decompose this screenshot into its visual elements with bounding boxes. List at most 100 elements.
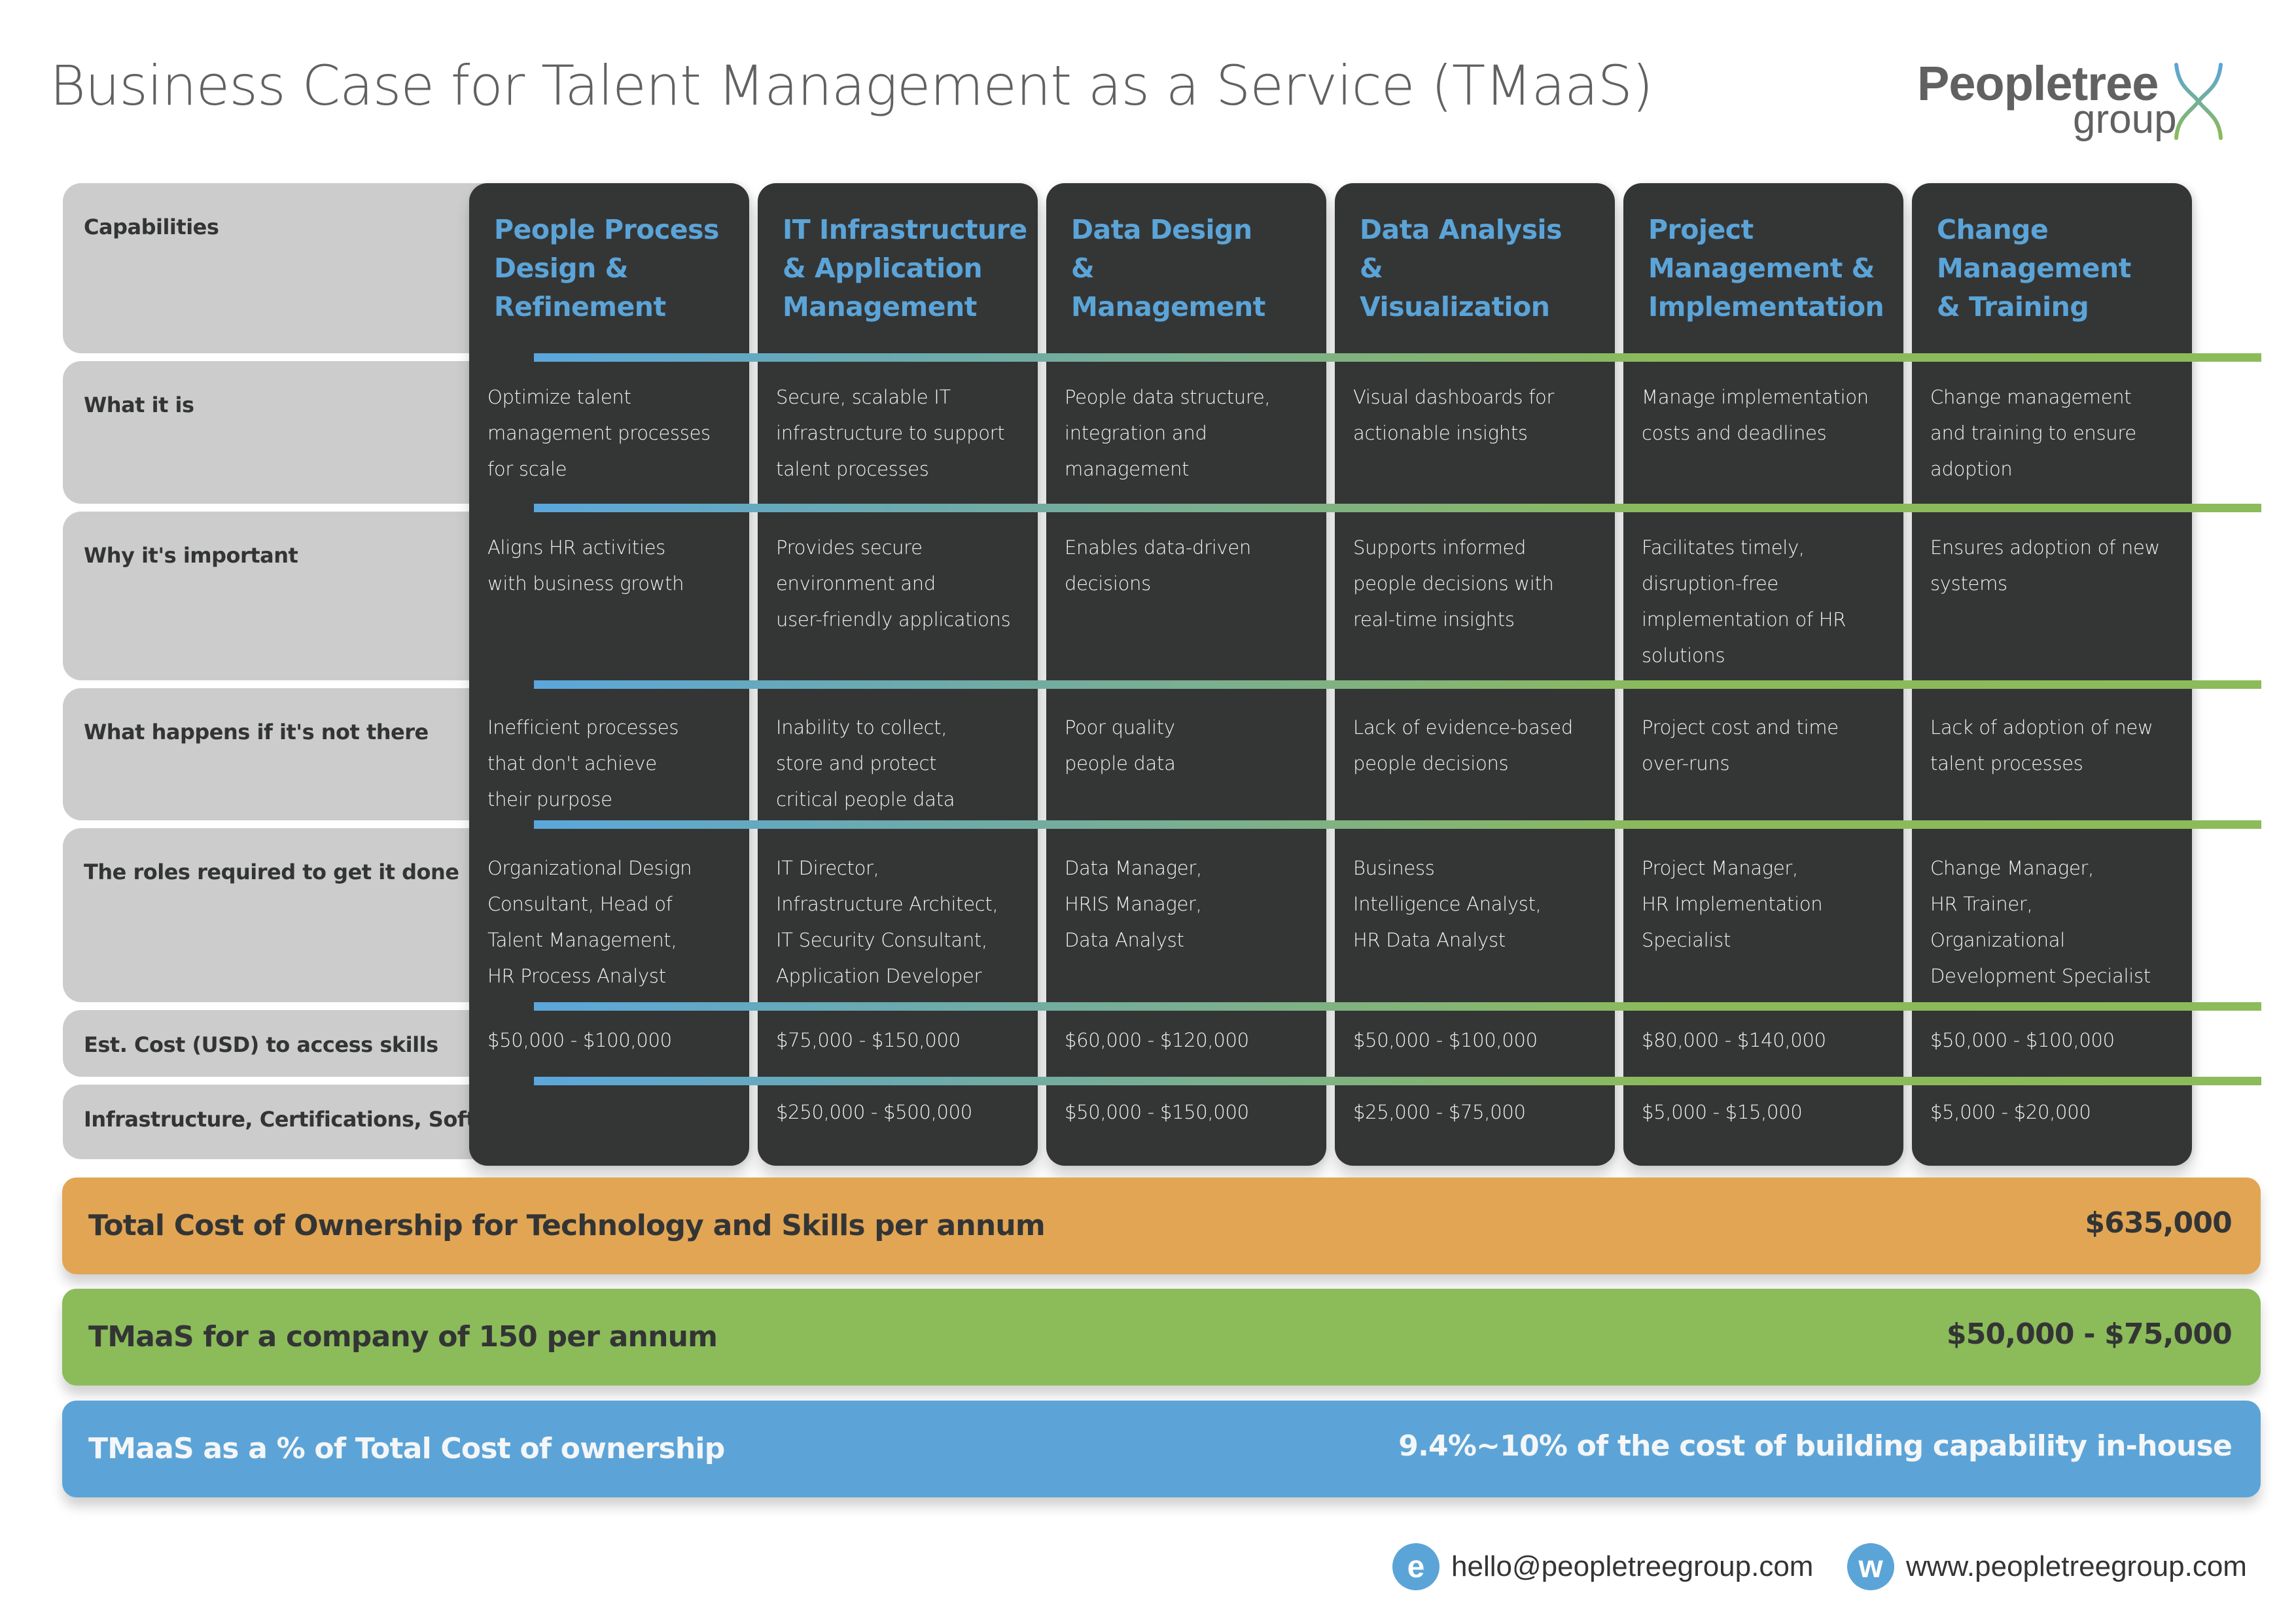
cell-line: over-runs: [1642, 752, 1730, 775]
cell-why: Provides secure environment and user-frien…: [776, 530, 1026, 638]
cell-line: Lack of adoption of new: [1930, 716, 2153, 739]
cell-line: real-time insights: [1353, 608, 1515, 631]
cell-roles: Project Manager, HR Implementation Special…: [1642, 850, 1892, 958]
cell-why: Aligns HR activities with business growth: [487, 530, 737, 602]
email-link[interactable]: hello@peopletreegroup.com: [1451, 1550, 1813, 1583]
capability-title-line: Change: [1937, 214, 2049, 245]
cell-line: Visual dashboards for: [1353, 386, 1555, 408]
cell-line: HR Process Analyst: [487, 965, 666, 987]
cell-line: Manage implementation: [1642, 386, 1869, 408]
cell-line: store and protect: [776, 752, 937, 775]
tco-label: Total Cost of Ownership for Technology a…: [88, 1209, 1046, 1242]
cell-line: and training to ensure: [1930, 422, 2136, 444]
capability-title-line: Visualization: [1360, 291, 1550, 323]
cell-line: talent processes: [776, 458, 929, 480]
website-link[interactable]: www.peopletreegroup.com: [1906, 1550, 2247, 1583]
capability-title-line: Refinement: [494, 291, 666, 323]
cell-roles: Business Intelligence Analyst, HR Data Ana…: [1353, 850, 1603, 958]
cell-line: Infrastructure Architect,: [776, 893, 998, 915]
cell-what: Optimize talent management processes for s…: [487, 379, 737, 487]
cell-line: user-friendly applications: [776, 608, 1011, 631]
cell-line: HR Trainer,: [1930, 893, 2033, 915]
cell-line: Data Manager,: [1065, 857, 1202, 879]
cell-line: talent processes: [1930, 752, 2083, 775]
capability-title-line: &: [1071, 253, 1095, 284]
cell-line: environment and: [776, 572, 936, 595]
cell-line: HRIS Manager,: [1065, 893, 1202, 915]
cell-line: HR Implementation: [1642, 893, 1823, 915]
tmaas-percent-bar: TMaaS as a % of Total Cost of ownership …: [62, 1401, 2261, 1497]
cell-missing: Lack of adoption of new talent processes: [1930, 710, 2180, 782]
capability-column: Data Analysis & Visualization Visual dashbo…: [1335, 183, 1615, 1166]
cell-line: HR Data Analyst: [1353, 929, 1506, 951]
cell-cost: $80,000 - $140,000: [1642, 1029, 1826, 1051]
cell-roles: Organizational Design Consultant, Head of…: [487, 850, 737, 994]
cell-line: People data structure,: [1065, 386, 1271, 408]
cell-infra: $5,000 - $20,000: [1930, 1101, 2091, 1123]
capability-title-line: & Training: [1937, 291, 2089, 323]
cell-line: infrastructure to support: [776, 422, 1005, 444]
cell-line: Supports informed: [1353, 536, 1527, 559]
row-label-roles: The roles required to get it done: [63, 828, 534, 1002]
capability-column: IT Infrastructure & Application Management…: [758, 183, 1038, 1166]
cell-line: management processes: [487, 422, 711, 444]
row-divider: [534, 680, 2261, 689]
capability-title: Data Analysis & Visualization: [1360, 211, 1562, 326]
cell-line: integration and: [1065, 422, 1207, 444]
capability-title-line: Management: [1937, 253, 2131, 284]
peopletree-logo: Peopletree group: [1917, 56, 2257, 147]
cell-line: IT Director,: [776, 857, 879, 879]
capability-title-line: Design &: [494, 253, 628, 284]
row-divider: [534, 820, 2261, 829]
website-contact[interactable]: w www.peopletreegroup.com: [1847, 1541, 2247, 1593]
tmaas-value: $50,000 - $75,000: [1946, 1318, 2233, 1351]
cell-line: Data Analyst: [1065, 929, 1184, 951]
cell-line: adoption: [1930, 458, 2013, 480]
logo-group: group: [2073, 97, 2177, 142]
cell-line: Application Developer: [776, 965, 982, 987]
cell-line: solutions: [1642, 644, 1725, 667]
website-icon: w: [1847, 1543, 1894, 1590]
capability-column: People Process Design & Refinement Optimize…: [469, 183, 749, 1166]
percent-label: TMaaS as a % of Total Cost of ownership: [88, 1432, 725, 1465]
cell-cost: $60,000 - $120,000: [1065, 1029, 1249, 1051]
cell-roles: Data Manager, HRIS Manager, Data Analyst: [1065, 850, 1315, 958]
cell-line: Development Specialist: [1930, 965, 2151, 987]
capability-title-line: Management &: [1648, 253, 1875, 284]
cell-missing: Lack of evidence-based people decisions: [1353, 710, 1603, 782]
capability-title: Project Management & Implementation: [1648, 211, 1884, 326]
cell-roles: IT Director, Infrastructure Architect, IT …: [776, 850, 1026, 994]
cell-line: Enables data-driven: [1065, 536, 1251, 559]
cell-missing: Poor quality people data: [1065, 710, 1315, 782]
cell-line: disruption-free: [1642, 572, 1778, 595]
cell-line: Change Manager,: [1930, 857, 2094, 879]
cell-line: with business growth: [487, 572, 684, 595]
cell-line: implementation of HR: [1642, 608, 1846, 631]
cell-what: Visual dashboards for actionable insights: [1353, 379, 1603, 451]
cell-line: Intelligence Analyst,: [1353, 893, 1542, 915]
cell-cost: $50,000 - $100,000: [487, 1029, 672, 1051]
capability-column: Data Design & Management People data struct…: [1046, 183, 1326, 1166]
cell-line: critical people data: [776, 788, 955, 811]
row-divider: [534, 1077, 2261, 1085]
row-label-infrastructure: Infrastructure, Certifications, Software: [63, 1085, 534, 1159]
capability-title-line: & Application: [783, 253, 983, 284]
email-contact[interactable]: e hello@peopletreegroup.com: [1392, 1541, 1813, 1593]
cell-line: people data: [1065, 752, 1176, 775]
percent-value: 9.4%~10% of the cost of building capabil…: [1398, 1429, 2233, 1463]
cell-line: Ensures adoption of new: [1930, 536, 2160, 559]
cell-what: People data structure, integration and man…: [1065, 379, 1315, 487]
cell-line: costs and deadlines: [1642, 422, 1827, 444]
cell-line: Provides secure: [776, 536, 923, 559]
capability-title-line: Data Analysis: [1360, 214, 1562, 245]
cell-infra: $5,000 - $15,000: [1642, 1101, 1803, 1123]
cell-cost: $50,000 - $100,000: [1353, 1029, 1538, 1051]
cell-missing: Project cost and time over-runs: [1642, 710, 1892, 782]
capability-column: Project Management & Implementation Manage …: [1623, 183, 1903, 1166]
row-label-what-it-is: What it is: [63, 361, 534, 504]
cell-line: Specialist: [1642, 929, 1731, 951]
tmaas-label: TMaaS for a company of 150 per annum: [88, 1320, 718, 1353]
cell-line: decisions: [1065, 572, 1151, 595]
total-cost-of-ownership-bar: Total Cost of Ownership for Technology a…: [62, 1178, 2261, 1274]
capability-title: Data Design & Management: [1071, 211, 1265, 326]
